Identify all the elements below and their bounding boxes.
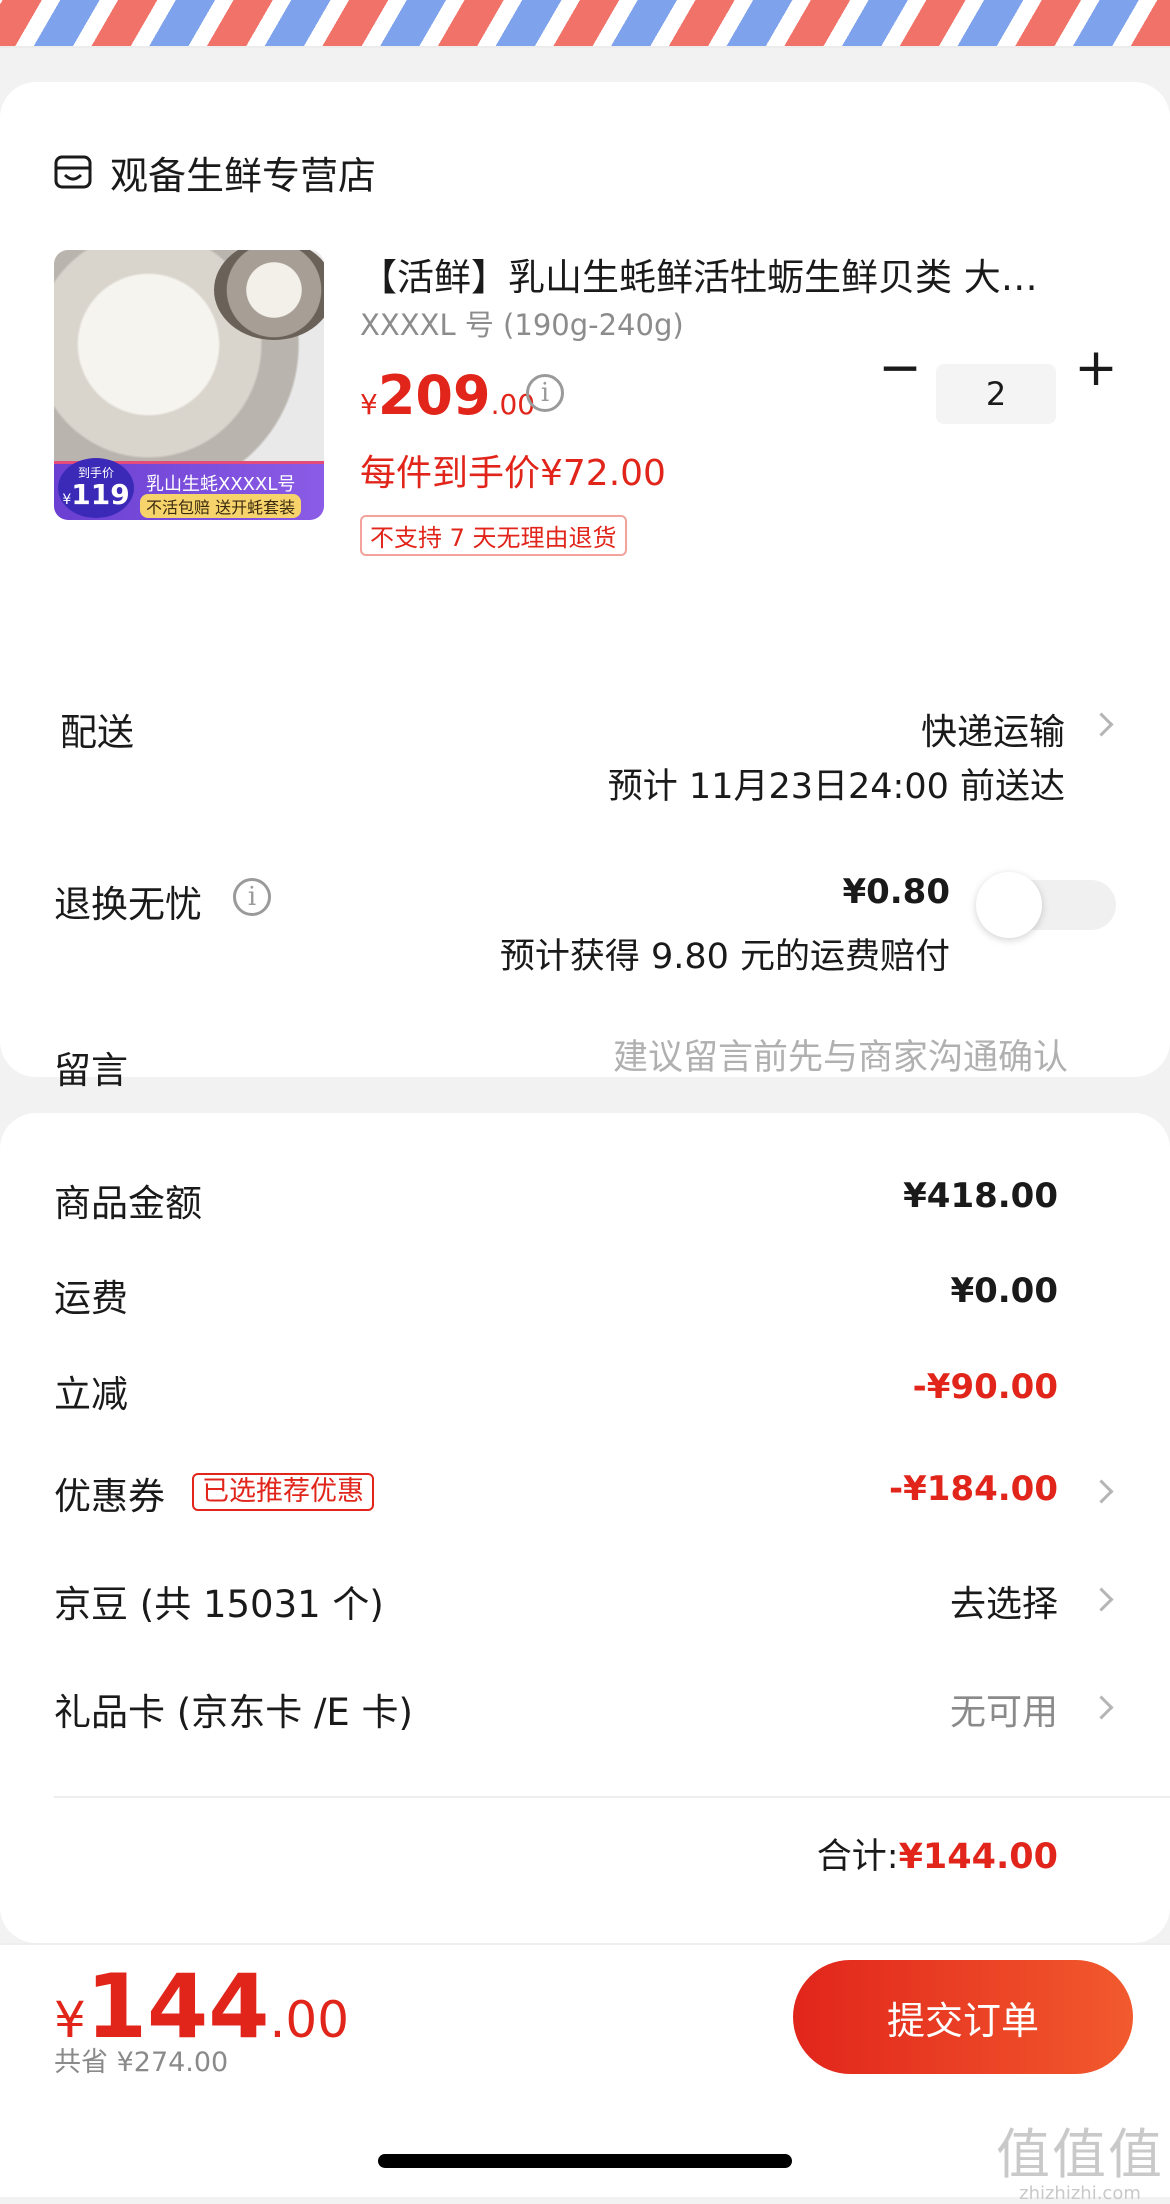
worry-free-note: 预计获得 9.80 元的运费赔付 [499, 937, 950, 977]
worry-free-price: ¥0.80 [842, 872, 950, 912]
price-integer: 209 [377, 364, 491, 427]
product-title[interactable]: 【活鲜】乳山生蚝鲜活牡蛎生鲜贝类 大… [360, 247, 1090, 301]
badge-price: 到手价 ¥119 [58, 458, 134, 518]
watermark-logo-text: 值值值 [996, 2123, 1164, 2186]
delivery-label: 配送 [60, 711, 134, 754]
quantity-increase-button[interactable]: + [1070, 342, 1122, 396]
jingdou-label: 京豆 (共 15031 个) [54, 1583, 384, 1626]
goods-amount-value: ¥418.00 [903, 1176, 1058, 1216]
jingdou-select[interactable]: 去选择 [950, 1575, 1058, 1627]
delivery-eta: 预计 11月23日24:00 前送达 [607, 767, 1065, 807]
price-currency: ¥ [360, 388, 378, 421]
shipping-value: ¥0.00 [950, 1271, 1058, 1311]
shipping-label: 运费 [54, 1277, 128, 1320]
total-label: 合计: [816, 1837, 899, 1877]
divider [54, 1796, 1170, 1798]
badge-subtitle: 不活包赔 送开蚝套装 [140, 494, 302, 518]
giftcard-label: 礼品卡 (京东卡 /E 卡) [54, 1691, 413, 1734]
coupon-label: 优惠券 [54, 1475, 165, 1518]
watermark-logo: 值值值 zhizhizhi.com [996, 2110, 1164, 2204]
badge-price-value: 119 [71, 478, 130, 511]
product-price: ¥ 209 .00 [360, 364, 535, 427]
price-per-item: 每件到手价¥72.00 [360, 453, 666, 494]
pay-decimal: .00 [269, 1991, 350, 2049]
delivery-method[interactable]: 快递运输 [921, 703, 1065, 755]
product-image[interactable]: 乳山生蚝XXXXL号 不活包赔 送开蚝套装 到手价 ¥119 [54, 250, 324, 520]
total-row: 合计:¥144.00 [817, 1828, 1058, 1879]
chevron-right-icon[interactable] [1089, 712, 1114, 737]
giftcard-value[interactable]: 无可用 [950, 1683, 1058, 1735]
submit-order-button[interactable]: 提交订单 [793, 1960, 1133, 2074]
coupon-tag[interactable]: 已选推荐优惠 [192, 1473, 374, 1511]
discount-value: -¥90.00 [912, 1367, 1058, 1407]
worry-free-toggle[interactable] [976, 872, 1116, 938]
return-policy-tag: 不支持 7 天无理由退货 [360, 515, 627, 556]
price-summary-card [0, 1113, 1170, 1943]
order-card: 观备生鲜专营店 乳山生蚝XXXXL号 不活包赔 送开蚝套装 到手价 ¥119 【… [0, 82, 1170, 1092]
product-spec[interactable]: XXXXL 号 (190g-240g) [360, 302, 684, 344]
info-icon[interactable]: i [233, 878, 271, 916]
oyster-illustration [214, 250, 324, 340]
shop-row[interactable]: 观备生鲜专营店 [54, 142, 376, 202]
home-indicator[interactable] [378, 2154, 792, 2168]
airmail-border [0, 0, 1170, 48]
quantity-decrease-button[interactable]: − [874, 342, 926, 396]
badge-price-currency: ¥ [62, 492, 72, 508]
badge-title: 乳山生蚝XXXXL号 [146, 474, 296, 495]
total-value: ¥144.00 [898, 1837, 1058, 1877]
info-icon[interactable]: i [526, 374, 564, 412]
watermark-site: zhizhizhi.com [1019, 2183, 1141, 2204]
message-input[interactable] [466, 1037, 1070, 1079]
worry-free-label: 退换无忧 [54, 883, 202, 926]
quantity-stepper[interactable]: 2 [936, 364, 1056, 424]
shop-icon [54, 155, 92, 189]
goods-amount-label: 商品金额 [54, 1182, 202, 1225]
shop-name: 观备生鲜专营店 [110, 153, 377, 198]
savings-text: 共省 ¥274.00 [54, 2047, 229, 2078]
message-label: 留言 [54, 1049, 128, 1092]
coupon-value[interactable]: -¥184.00 [889, 1469, 1058, 1509]
toggle-knob [976, 872, 1042, 938]
discount-label: 立减 [54, 1373, 128, 1416]
